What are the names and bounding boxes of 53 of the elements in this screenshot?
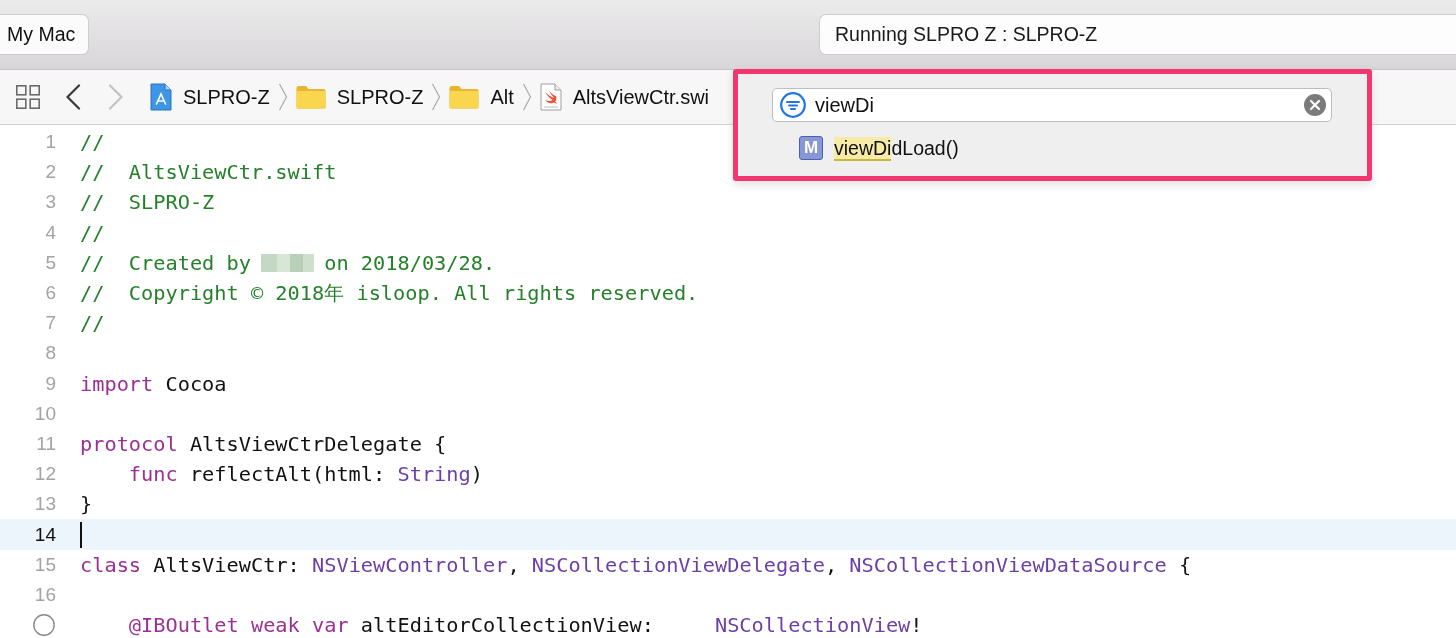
path-separator-chevron-icon <box>431 83 442 111</box>
code-text: import Cocoa <box>80 371 227 396</box>
outlet-connection-circle-icon[interactable] <box>33 614 55 637</box>
code-text: // <box>80 311 105 336</box>
path-separator-chevron-icon <box>277 83 288 111</box>
code-text: // Created by <box>80 250 251 275</box>
line-number: 6 <box>45 282 56 305</box>
line-number: 12 <box>34 463 56 486</box>
line-number: 9 <box>45 372 56 395</box>
code-text: // AltsViewCtr.swift <box>80 160 337 185</box>
code-text: func reflectAlt(html: String) <box>128 462 483 487</box>
line-number: 8 <box>45 342 56 365</box>
symbol-search-field[interactable]: viewDi <box>772 88 1332 122</box>
swift-file-icon[interactable] <box>539 83 562 111</box>
code-text: } <box>80 492 93 517</box>
path-item[interactable]: AltsViewCtr.swi <box>572 85 710 109</box>
line-number: 2 <box>45 161 56 184</box>
code-text: // <box>80 220 105 245</box>
folder-icon[interactable] <box>295 85 326 109</box>
symbol-result-item[interactable]: viewDidLoad() <box>834 136 959 160</box>
path-item[interactable]: Alt <box>490 85 514 109</box>
code-text: // <box>80 130 105 155</box>
scheme-button[interactable]: My Mac <box>0 14 90 55</box>
path-item[interactable]: SLPRO-Z <box>336 85 424 109</box>
code-text: @IBOutlet weak var altEditorCollectionView: NSCollectionView! <box>128 613 923 638</box>
line-number: 5 <box>45 251 56 274</box>
activity-status-field: Running SLPRO Z : SLPRO-Z <box>819 14 1456 55</box>
line-number: 3 <box>45 191 56 214</box>
path-separator-chevron-icon <box>521 83 532 111</box>
line-number: 10 <box>34 402 56 425</box>
redaction-mosaic-icon <box>261 253 314 272</box>
back-chevron-icon[interactable] <box>65 84 81 110</box>
line-number: 15 <box>34 553 56 576</box>
code-text: on 2018/03/28. <box>324 250 496 275</box>
line-number: 7 <box>45 312 56 335</box>
code-text: // SLPRO-Z <box>80 190 215 215</box>
line-number: 14 <box>34 523 56 546</box>
clear-search-icon[interactable] <box>1304 94 1326 116</box>
line-number: 16 <box>34 583 56 606</box>
code-text: // Copyright © 2018年 isloop. All rights reserved. <box>80 281 699 306</box>
filter-icon <box>780 92 806 118</box>
project-document-icon[interactable] <box>150 83 172 111</box>
method-symbol-icon: M <box>799 136 823 160</box>
line-number: 11 <box>36 432 56 455</box>
related-items-grid-icon[interactable] <box>16 85 40 109</box>
text-cursor <box>80 521 82 548</box>
code-text: class AltsViewCtr: NSViewController, NSCollectionViewDelegate, NSCollectionViewDataSource { <box>80 552 1192 577</box>
line-number: 13 <box>34 493 56 516</box>
code-text: protocol AltsViewCtrDelegate { <box>80 431 447 456</box>
line-number: 4 <box>45 221 56 244</box>
line-number: 1 <box>45 131 56 154</box>
folder-icon[interactable] <box>449 85 480 109</box>
path-item[interactable]: SLPRO-Z <box>183 85 270 109</box>
